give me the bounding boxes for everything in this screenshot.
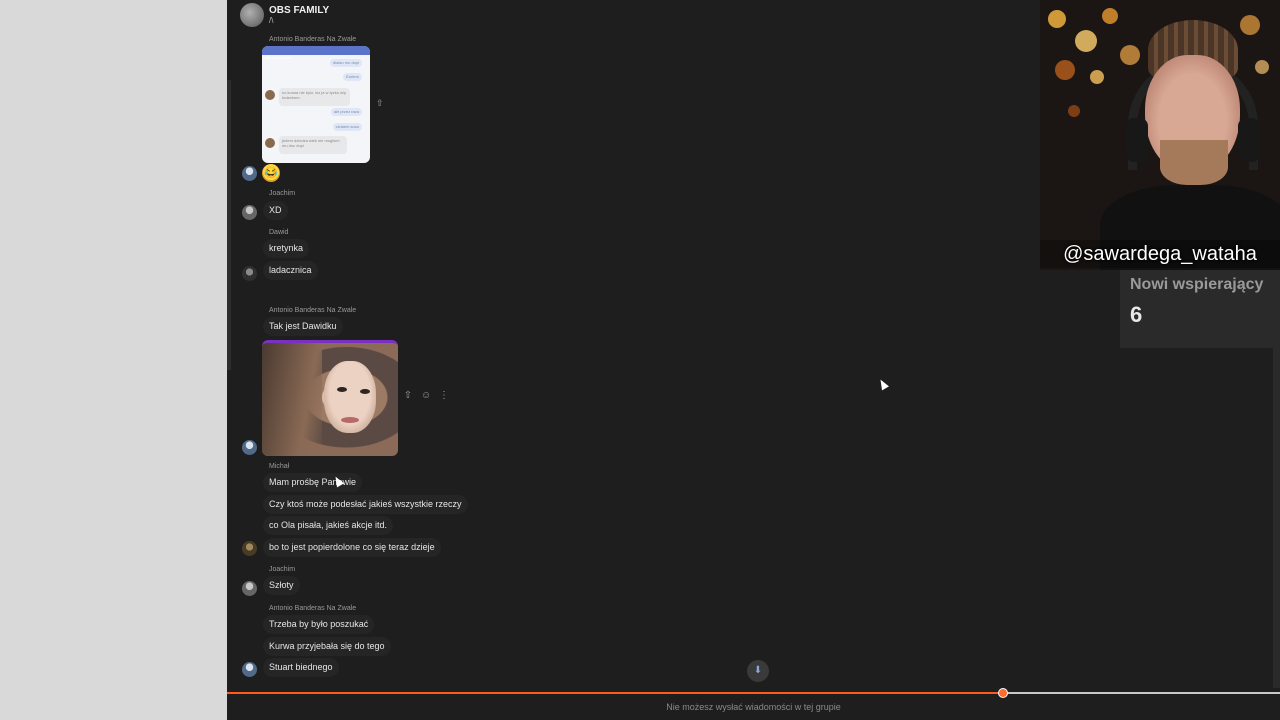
- laughing-emoji-icon: 😂: [262, 164, 280, 182]
- screenshot-bubble: ale przez raza: [330, 108, 362, 116]
- screenshot-bubble: Eurtem: [343, 73, 362, 81]
- shared-screenshot-image[interactable]: Ola Asiaaa.am dlatso mu dupi Eurtem no k…: [262, 46, 370, 163]
- message-bubble[interactable]: XD: [263, 201, 288, 220]
- message-sender: Joachim: [269, 190, 296, 197]
- screenshot-avatar: [265, 90, 275, 100]
- message-bubble[interactable]: bo to jest popierdolone co się teraz dzi…: [263, 538, 441, 557]
- avatar[interactable]: [242, 440, 257, 455]
- message-sender: Dawid: [269, 229, 289, 236]
- more-vertical-icon[interactable]: ⋮: [439, 390, 449, 401]
- screenshot-bubble: cielaem sosu: [332, 123, 362, 131]
- group-avatar[interactable]: [240, 3, 264, 27]
- message-sender: Joachim: [269, 566, 296, 573]
- scrollbar[interactable]: [227, 80, 231, 370]
- left-blank-pane: [0, 0, 227, 720]
- chat-title[interactable]: OBS FAMILY: [269, 5, 329, 16]
- message-bubble[interactable]: Mam prośbę Panowie: [263, 473, 363, 492]
- share-icon[interactable]: ⇧: [376, 98, 384, 109]
- supporters-count: 6: [1130, 302, 1143, 327]
- smiley-icon[interactable]: ☺: [421, 390, 431, 401]
- message-sender: Michał: [269, 463, 290, 470]
- cannot-send-notice: Nie możesz wysłać wiadomości w tej grupi…: [666, 702, 841, 712]
- message-bubble[interactable]: Stuart biednego: [263, 658, 339, 677]
- message-bubble[interactable]: Szłoty: [263, 576, 300, 595]
- message-bubble[interactable]: Tak jest Dawidku: [263, 317, 343, 336]
- avatar[interactable]: [242, 541, 257, 556]
- supporters-label: Nowi wspierający: [1130, 276, 1264, 293]
- video-progress-fill: [227, 692, 1004, 694]
- screenshot-bubble: dlatso mu dupi: [329, 59, 362, 67]
- message-bubble[interactable]: Kurwa przyjebała się do tego: [263, 637, 391, 656]
- new-supporters-widget: Nowi wspierający 6: [1120, 270, 1280, 348]
- video-progress-handle[interactable]: [999, 689, 1008, 697]
- message-bubble[interactable]: ladacznica: [263, 261, 318, 280]
- arrow-down-icon[interactable]: ⬇: [747, 660, 769, 682]
- avatar[interactable]: [242, 205, 257, 220]
- webcam-overlay: @sawardega_wataha: [1040, 0, 1280, 270]
- message-bubble[interactable]: co Ola pisała, jakieś akcje itd.: [263, 516, 394, 535]
- avatar[interactable]: [242, 662, 257, 677]
- screenshot-bubble: jedem dzindza wiek nie mogliom mu doc du…: [279, 136, 347, 154]
- message-sender: Antonio Banderas Na Zwale: [269, 307, 357, 314]
- avatar[interactable]: [242, 581, 257, 596]
- avatar[interactable]: [242, 266, 257, 281]
- right-edge-strip: [1273, 348, 1280, 688]
- streamer-handle: @sawardega_wataha: [1040, 240, 1280, 268]
- chat-subtitle: /\: [269, 16, 274, 25]
- share-icon[interactable]: ⇧: [403, 390, 413, 401]
- screenshot-avatar: [265, 138, 275, 148]
- message-bubble[interactable]: Czy ktoś może podesłać jakieś wszystkie …: [263, 495, 468, 514]
- message-actions: ⇧ ☺ ⋮: [403, 390, 449, 401]
- message-bubble[interactable]: Trzeba by było poszukać: [263, 615, 375, 634]
- message-sender: Antonio Banderas Na Zwale: [269, 605, 357, 612]
- screenshot-header-bar: Ola Asiaaa.am: [262, 46, 370, 60]
- message-bubble[interactable]: kretynka: [263, 239, 310, 258]
- screenshot-bubble: no kurwa nie bylo. kiz ja w tyzko w/p kr…: [279, 88, 350, 106]
- shared-photo[interactable]: [262, 340, 398, 456]
- message-sender: Antonio Banderas Na Zwale: [269, 36, 357, 43]
- mouse-cursor-icon: [877, 377, 889, 391]
- avatar[interactable]: [242, 166, 257, 181]
